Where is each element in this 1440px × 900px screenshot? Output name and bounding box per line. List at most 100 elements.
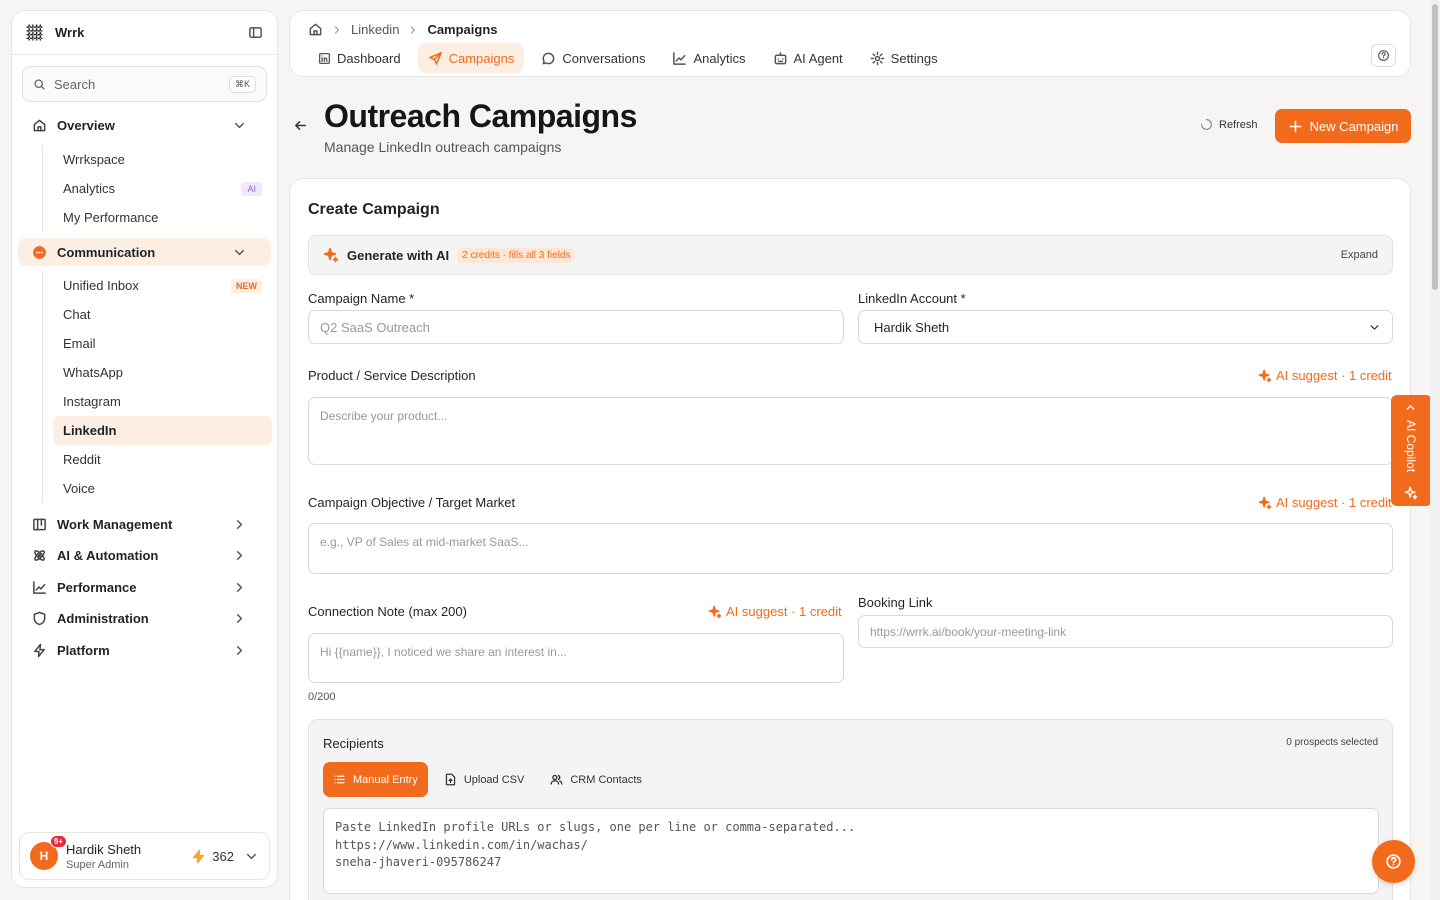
top-navigation: Linkedin Campaigns Dashboard Campaigns C… (289, 10, 1411, 77)
campaign-name-input[interactable]: Q2 SaaS Outreach (308, 310, 844, 344)
connection-note-label: Connection Note (max 200) (308, 604, 467, 619)
section-label: Administration (57, 611, 149, 626)
sidebar-item-chat[interactable]: Chat (53, 300, 272, 329)
sidebar-section-ai-automation[interactable]: AI & Automation (18, 540, 271, 571)
plus-icon (1288, 119, 1303, 134)
product-description-textarea[interactable]: Describe your product... (308, 397, 1393, 465)
tab-label: Conversations (562, 50, 646, 66)
list-icon (333, 773, 346, 786)
sidebar-section-work-management[interactable]: Work Management (18, 509, 271, 540)
sidebar-item-voice[interactable]: Voice (53, 474, 272, 503)
tab-analytics[interactable]: Analytics (662, 43, 755, 73)
tab-upload-csv[interactable]: Upload CSV (434, 762, 535, 797)
sidebar-item-linkedin[interactable]: LinkedIn (53, 416, 272, 445)
expand-button[interactable]: Expand (1341, 249, 1378, 261)
new-campaign-button[interactable]: New Campaign (1275, 109, 1411, 143)
back-arrow-icon[interactable] (293, 118, 308, 133)
brand-name: Wrrk (55, 25, 85, 40)
item-label: Unified Inbox (63, 278, 139, 293)
sidebar-section-platform[interactable]: Platform (18, 634, 271, 666)
overview-submenu: Wrrkspace Analytics AI My Performance (42, 145, 277, 232)
ai-suggest-connection-note-button[interactable]: AI suggest · 1 credit (708, 604, 842, 619)
page-scrollbar[interactable] (1430, 0, 1440, 900)
help-fab-button[interactable] (1372, 840, 1415, 883)
sidebar-section-overview[interactable]: Overview (18, 111, 271, 139)
tab-ai-agent[interactable]: AI Agent (763, 43, 853, 73)
sidebar-header: Wrrk (12, 11, 277, 55)
prospects-count: 0 prospects selected (1286, 737, 1378, 748)
sidebar-item-email[interactable]: Email (53, 329, 272, 358)
sidebar-toggle-icon[interactable] (248, 25, 263, 40)
item-label: Voice (63, 481, 95, 496)
user-names: Hardik Sheth Super Admin (66, 842, 141, 871)
refresh-button[interactable]: Refresh (1200, 118, 1258, 131)
sidebar-section-performance[interactable]: Performance (18, 571, 271, 603)
recipients-textarea[interactable]: Paste LinkedIn profile URLs or slugs, on… (323, 808, 1379, 894)
linkedin-account-label: LinkedIn Account * (858, 291, 966, 306)
connection-note-textarea[interactable]: Hi {{name}}, I noticed we share an inter… (308, 633, 844, 683)
item-label: WhatsApp (63, 365, 123, 380)
kanban-icon (32, 517, 47, 532)
credits-counter: 362 (191, 849, 234, 864)
generate-with-ai-panel[interactable]: Generate with AI 2 credits · fills all 3… (308, 235, 1393, 275)
scrollbar-thumb[interactable] (1432, 4, 1438, 290)
tab-conversations[interactable]: Conversations (531, 43, 655, 73)
sidebar-item-whatsapp[interactable]: WhatsApp (53, 358, 272, 387)
linkedin-account-select[interactable]: Hardik Sheth (858, 310, 1393, 344)
new-campaign-label: New Campaign (1309, 118, 1399, 134)
booking-link-input[interactable]: https://wrrk.ai/book/your-meeting-link (858, 615, 1393, 648)
linkedin-account-value: Hardik Sheth (874, 319, 950, 335)
communication-submenu: Unified Inbox NEW Chat Email WhatsApp Ins… (42, 271, 277, 503)
breadcrumb-linkedin[interactable]: Linkedin (351, 22, 399, 37)
ai-suggest-objective-button[interactable]: AI suggest · 1 credit (1258, 495, 1392, 510)
objective-textarea[interactable]: e.g., VP of Sales at mid-market SaaS... (308, 523, 1393, 574)
sidebar-item-reddit[interactable]: Reddit (53, 445, 272, 474)
sidebar-item-my-performance[interactable]: My Performance (53, 203, 272, 232)
tab-dashboard[interactable]: Dashboard (308, 43, 411, 73)
notification-badge: 9+ (49, 835, 67, 848)
tab-label: Analytics (693, 50, 746, 66)
sparkle-icon (1404, 486, 1418, 500)
help-button[interactable] (1371, 44, 1396, 67)
product-description-label: Product / Service Description (308, 368, 476, 383)
sidebar-section-administration[interactable]: Administration (18, 603, 271, 634)
home-icon[interactable] (308, 22, 323, 37)
chat-bubble-icon (32, 245, 47, 260)
line-chart-icon (672, 51, 687, 66)
sidebar-item-instagram[interactable]: Instagram (53, 387, 272, 416)
connection-note-placeholder: Hi {{name}}, I noticed we share an inter… (320, 645, 567, 659)
campaign-name-placeholder: Q2 SaaS Outreach (320, 319, 430, 335)
placeholder-line: Paste LinkedIn profile URLs or slugs, on… (335, 820, 856, 834)
chevron-right-icon (232, 517, 247, 532)
search-icon (33, 78, 46, 91)
placeholder-line: https://www.linkedin.com/in/wachas/ (335, 837, 588, 852)
ai-suggest-label: AI suggest · 1 credit (1276, 368, 1392, 383)
tab-manual-entry[interactable]: Manual Entry (323, 762, 428, 797)
lightning-icon (32, 643, 47, 658)
sidebar-section-communication[interactable]: Communication (18, 238, 271, 266)
ai-copilot-toggle[interactable]: AI Copilot (1391, 395, 1432, 506)
search-input[interactable]: Search ⌘K (22, 66, 267, 102)
ai-suggest-product-button[interactable]: AI suggest · 1 credit (1258, 368, 1392, 383)
create-campaign-card: Create Campaign Generate with AI 2 credi… (289, 178, 1411, 900)
sparkle-icon (323, 247, 339, 263)
recipients-title: Recipients (323, 736, 384, 751)
product-description-placeholder: Describe your product... (320, 409, 448, 423)
tab-label: Dashboard (337, 50, 401, 66)
shield-icon (32, 611, 47, 626)
item-label: My Performance (63, 210, 159, 225)
sidebar-item-analytics[interactable]: Analytics AI (53, 174, 272, 203)
item-label: Wrrkspace (63, 152, 125, 167)
user-profile-menu[interactable]: H 9+ Hardik Sheth Super Admin 362 (19, 832, 270, 880)
tab-campaigns[interactable]: Campaigns (417, 43, 525, 73)
recipients-tabs: Manual Entry Upload CSV CRM Contacts (323, 762, 658, 797)
tab-settings[interactable]: Settings (860, 43, 948, 73)
sidebar-item-wrrkspace[interactable]: Wrrkspace (53, 145, 272, 174)
ai-badge: AI (241, 181, 262, 196)
sidebar-item-unified-inbox[interactable]: Unified Inbox NEW (53, 271, 272, 300)
message-circle-icon (541, 51, 556, 66)
new-badge: NEW (231, 278, 262, 293)
credits-badge: 2 credits · fills all 3 fields (457, 247, 576, 263)
refresh-label: Refresh (1219, 118, 1258, 131)
tab-crm-contacts[interactable]: CRM Contacts (540, 762, 652, 797)
